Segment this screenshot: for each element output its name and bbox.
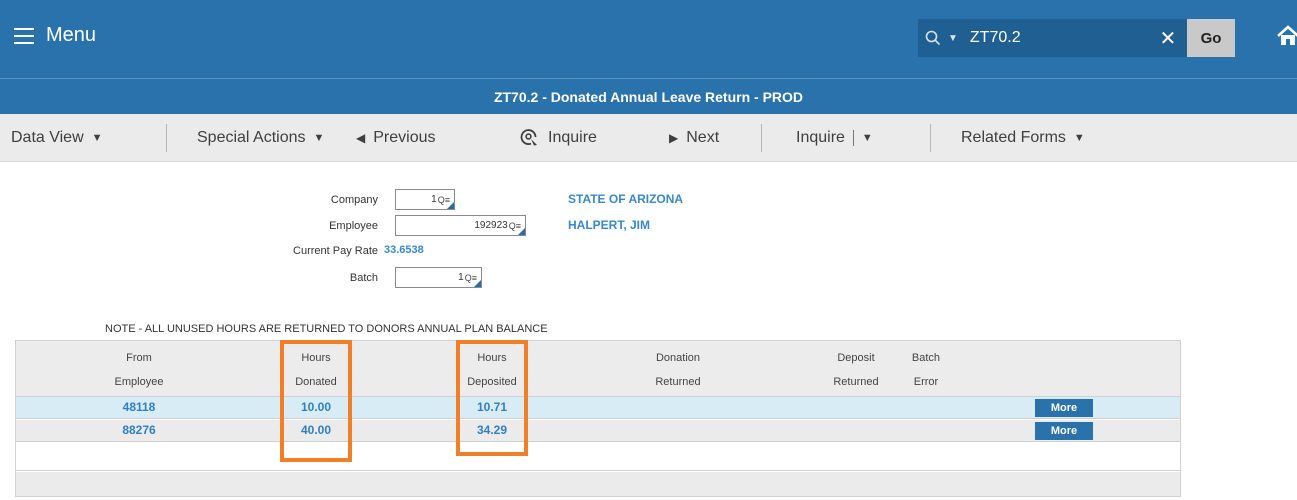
column-header: Deposit: [837, 352, 875, 364]
company-field[interactable]: 1 Q≡: [395, 189, 455, 210]
table-row[interactable]: 48118 10.00 10.71 More: [16, 397, 1180, 419]
from-employee-cell[interactable]: 48118: [89, 400, 189, 414]
pay-rate-value: 33.6538: [384, 244, 424, 256]
divider: [930, 124, 931, 152]
table-row[interactable]: 88276 40.00 34.29 More: [16, 420, 1180, 442]
employee-field[interactable]: 192923 Q≡: [395, 215, 526, 236]
next-label: Next: [686, 129, 720, 146]
column-header: Employee: [114, 376, 164, 388]
inquire-icon: [520, 129, 537, 146]
table-row-empty[interactable]: [16, 472, 1180, 496]
search-input[interactable]: [961, 19, 1152, 57]
batch-value: 1: [458, 272, 464, 283]
column-header: Batch: [911, 352, 941, 364]
home-icon[interactable]: [1276, 24, 1297, 48]
divider: [166, 124, 167, 152]
page-title: ZT70.2 - Donated Annual Leave Return - P…: [0, 78, 1297, 114]
column-header: From: [126, 352, 152, 364]
chevron-down-icon[interactable]: ▼: [948, 33, 958, 44]
data-view-menu[interactable]: Data View ▼: [11, 114, 103, 162]
grid-header: From Employee Hours Donated Hours Deposi…: [16, 341, 1180, 397]
employee-value: 192923: [474, 220, 508, 231]
employee-name: HALPERT, JIM: [568, 218, 651, 232]
data-view-label: Data View: [11, 129, 84, 146]
company-name: STATE OF ARIZONA: [568, 192, 684, 206]
toolbar: Data View ▼ Special Actions ▼ ◀ Previous…: [0, 114, 1297, 162]
top-bar: Menu ▼ ✕ Go: [0, 0, 1297, 78]
more-button[interactable]: More: [1035, 422, 1093, 440]
employee-label: Employee: [329, 220, 378, 232]
column-header: Returned: [833, 376, 879, 388]
menu-button[interactable]: Menu: [14, 24, 96, 47]
corner-marker: [474, 280, 481, 287]
column-header: Donation: [655, 352, 701, 364]
triangle-left-icon: ◀: [356, 131, 366, 145]
company-label: Company: [330, 194, 378, 206]
highlight-box: [280, 340, 352, 462]
divider: [852, 130, 854, 146]
inquire-button[interactable]: Inquire: [520, 114, 597, 162]
batch-field[interactable]: 1 Q≡: [395, 267, 482, 288]
company-value: 1: [431, 194, 437, 205]
batch-label: Batch: [349, 272, 378, 284]
related-forms-menu[interactable]: Related Forms ▼: [961, 114, 1085, 162]
more-button[interactable]: More: [1035, 399, 1093, 417]
hamburger-icon: [14, 27, 34, 44]
donations-grid: From Employee Hours Donated Hours Deposi…: [15, 340, 1181, 497]
from-employee-cell[interactable]: 88276: [89, 423, 189, 437]
next-button[interactable]: ▶ Next: [669, 114, 719, 162]
go-button[interactable]: Go: [1187, 19, 1235, 57]
highlight-box: [456, 340, 528, 456]
caret-down-icon: ▼: [1073, 132, 1085, 144]
inquire-dropdown-label: Inquire: [796, 129, 845, 146]
caret-down-icon: ▼: [91, 132, 103, 144]
special-actions-label: Special Actions: [197, 129, 306, 146]
caret-down-icon: ▼: [861, 132, 873, 144]
special-actions-menu[interactable]: Special Actions ▼: [197, 114, 324, 162]
pay-rate-label: Current Pay Rate: [293, 245, 378, 257]
corner-marker: [518, 228, 525, 235]
column-header: Error: [913, 376, 939, 388]
related-forms-label: Related Forms: [961, 129, 1066, 146]
caret-down-icon: ▼: [313, 132, 325, 144]
previous-label: Previous: [373, 129, 436, 146]
menu-label: Menu: [46, 24, 97, 46]
inquire-dropdown[interactable]: Inquire ▼: [796, 114, 873, 162]
divider: [761, 124, 762, 152]
note-text: NOTE - ALL UNUSED HOURS ARE RETURNED TO …: [105, 323, 548, 335]
triangle-right-icon: ▶: [669, 131, 679, 145]
inquire-label: Inquire: [548, 129, 597, 146]
column-header: Returned: [655, 376, 701, 388]
close-icon[interactable]: ✕: [1152, 19, 1184, 57]
table-row-empty[interactable]: [16, 443, 1180, 471]
search-icon[interactable]: [918, 19, 948, 57]
previous-button[interactable]: ◀ Previous: [356, 114, 435, 162]
corner-marker: [447, 202, 454, 209]
